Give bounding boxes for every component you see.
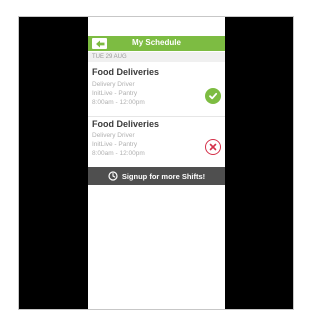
- shift-title: Food Deliveries: [92, 119, 160, 129]
- signup-more-shifts-button[interactable]: Signup for more Shifts!: [88, 167, 225, 185]
- right-letterbox: [225, 17, 293, 309]
- shift-role: Delivery Driver: [92, 132, 135, 139]
- signup-button-label: Signup for more Shifts!: [121, 171, 206, 181]
- page-title: My Schedule: [132, 38, 181, 47]
- shift-role: Delivery Driver: [92, 81, 135, 88]
- confirmed-status-button[interactable]: [205, 88, 221, 104]
- app-header: My Schedule: [88, 36, 225, 51]
- cancel-x-icon: [209, 143, 217, 151]
- shift-time: 8:00am - 12:00pm: [92, 99, 145, 106]
- shift-organization: InitLive - Pantry: [92, 90, 138, 97]
- clock-icon: [108, 171, 118, 181]
- declined-status-button[interactable]: [205, 139, 221, 155]
- phone-screen: My Schedule TUE 29 AUG Food Deliveries D…: [88, 17, 225, 309]
- shift-item[interactable]: Food Deliveries Delivery Driver InitLive…: [88, 119, 225, 165]
- checkmark-icon: [209, 92, 218, 100]
- shift-time: 8:00am - 12:00pm: [92, 150, 145, 157]
- shift-organization: InitLive - Pantry: [92, 141, 138, 148]
- shift-item[interactable]: Food Deliveries Delivery Driver InitLive…: [88, 67, 225, 115]
- shift-divider: [88, 116, 225, 117]
- shift-title: Food Deliveries: [92, 67, 160, 77]
- date-header: TUE 29 AUG: [88, 52, 225, 62]
- left-letterbox: [19, 17, 88, 309]
